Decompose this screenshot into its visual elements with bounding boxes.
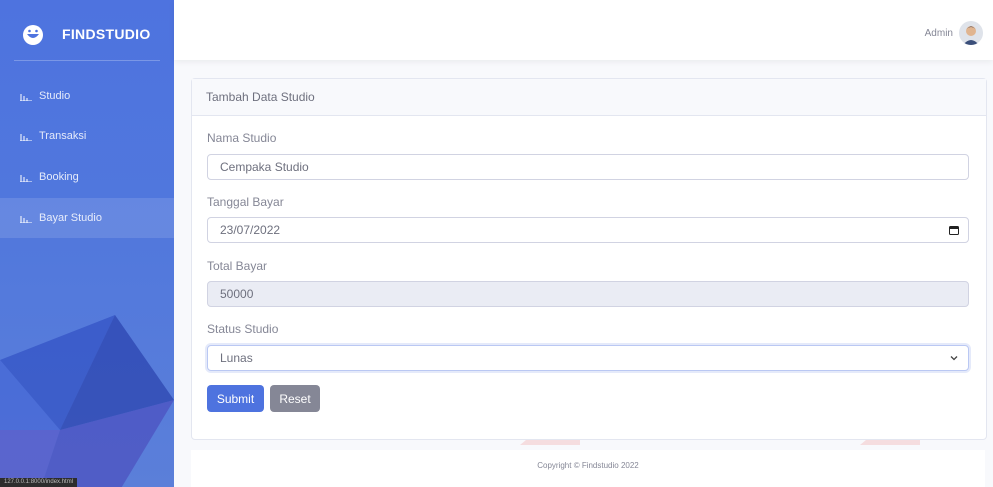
tanggal-bayar-label: Tanggal Bayar <box>207 195 284 209</box>
chart-icon <box>20 93 32 101</box>
chart-icon <box>20 215 32 223</box>
sidebar-item-label: Booking <box>39 171 79 183</box>
sidebar-item-bayar-studio[interactable]: Bayar Studio <box>0 198 174 238</box>
avatar[interactable] <box>959 21 983 45</box>
user-avatar-icon <box>959 21 983 45</box>
brand-name: FINDSTUDIO <box>62 26 151 42</box>
form-card: Tambah Data Studio Nama Studio Cempaka S… <box>191 78 987 440</box>
total-bayar-input[interactable]: 50000 <box>207 281 969 307</box>
tanggal-bayar-value: 23/07/2022 <box>220 223 281 237</box>
laugh-icon <box>23 25 43 45</box>
reset-button[interactable]: Reset <box>270 385 320 412</box>
chart-icon <box>20 174 32 182</box>
tanggal-bayar-input[interactable]: 23/07/2022 <box>207 217 969 243</box>
chevron-down-icon <box>950 356 958 361</box>
sidebar-item-label: Bayar Studio <box>39 212 102 224</box>
nama-studio-label: Nama Studio <box>207 131 277 145</box>
chart-icon <box>20 133 32 141</box>
sidebar: FINDSTUDIO Studio Transaksi Booking Baya… <box>0 0 174 487</box>
sidebar-item-booking[interactable]: Booking <box>0 157 174 197</box>
nama-studio-input[interactable]: Cempaka Studio <box>207 154 969 180</box>
browser-status-url: 127.0.0.1:8000/index.html <box>0 478 78 487</box>
sidebar-divider <box>14 60 160 61</box>
submit-button[interactable]: Submit <box>207 385 264 412</box>
total-bayar-label: Total Bayar <box>207 259 268 273</box>
footer: Copyright © Findstudio 2022 <box>191 450 985 487</box>
status-studio-select[interactable]: Lunas <box>207 345 969 371</box>
user-name[interactable]: Admin <box>925 28 953 39</box>
status-studio-label: Status Studio <box>207 322 279 336</box>
status-studio-value: Lunas <box>220 351 253 365</box>
copyright-text: Copyright © Findstudio 2022 <box>537 461 639 470</box>
topbar: Admin <box>174 0 993 60</box>
nama-studio-value: Cempaka Studio <box>220 160 309 174</box>
sidebar-item-label: Transaksi <box>39 130 87 142</box>
calendar-icon[interactable] <box>949 225 959 235</box>
watermark-logo-shape <box>0 315 174 487</box>
sidebar-item-label: Studio <box>39 90 71 102</box>
sidebar-item-studio[interactable]: Studio <box>0 76 174 116</box>
total-bayar-value: 50000 <box>220 287 254 301</box>
sidebar-item-transaksi[interactable]: Transaksi <box>0 116 174 156</box>
card-title: Tambah Data Studio <box>192 79 986 116</box>
